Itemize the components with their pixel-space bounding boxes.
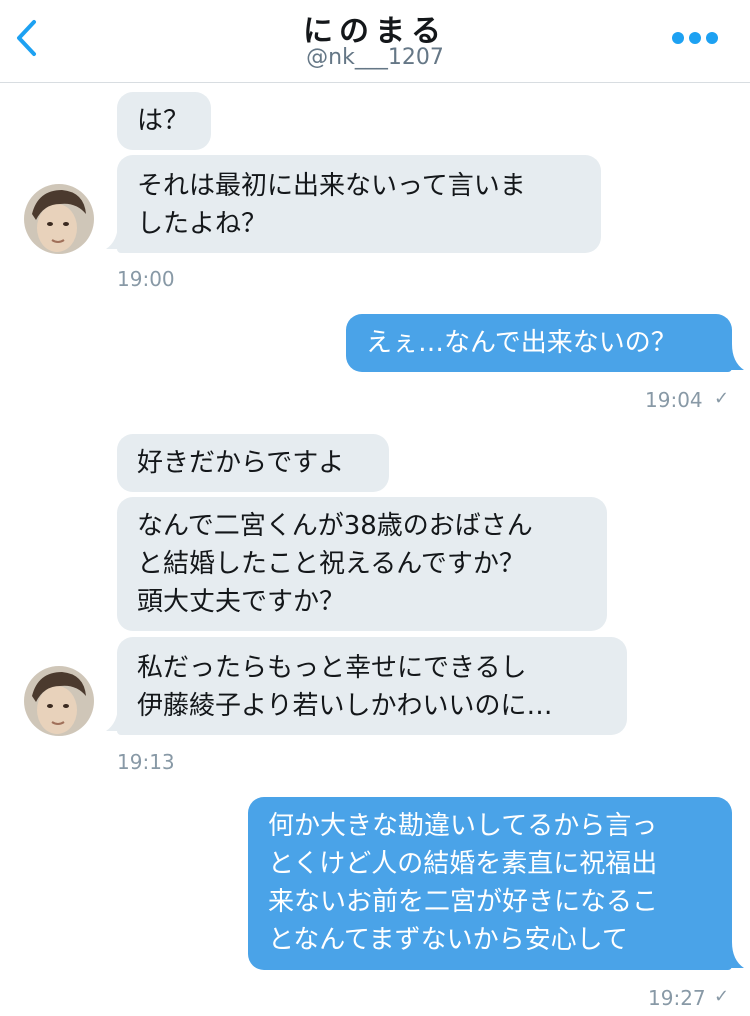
bubble-tail	[106, 705, 126, 731]
bubble-tail	[106, 223, 126, 249]
message-timestamp: 19:27	[648, 986, 706, 1010]
incoming-message[interactable]: 私だったらもっと幸せにできるし 伊藤綾子より若いしかわいいのに…	[117, 637, 627, 735]
incoming-message[interactable]: それは最初に出来ないって言いま したよね？	[117, 155, 601, 253]
avatar[interactable]	[24, 666, 94, 736]
message-timestamp: 19:13	[117, 750, 175, 774]
conversation-header: にのまる @nk___1207	[0, 0, 750, 83]
incoming-message[interactable]: 好きだからですよ	[117, 434, 389, 492]
bubble-tail	[724, 942, 744, 968]
outgoing-message[interactable]: 何か大きな勘違いしてるから言っ とくけど人の結婚を素直に祝福出 来ないお前を二宮…	[248, 797, 732, 970]
avatar-image	[24, 184, 94, 254]
conversation-title: にのまる	[303, 14, 447, 49]
message-timestamp: 19:00	[117, 267, 175, 291]
more-dots-icon	[672, 32, 718, 44]
check-icon: ✓	[714, 388, 730, 409]
message-timestamp: 19:04	[645, 388, 703, 412]
more-options-button[interactable]	[670, 26, 720, 50]
incoming-message[interactable]: なんで二宮くんが38歳のおばさん と結婚したこと祝えるんですか？ 頭大丈夫ですか…	[117, 497, 607, 631]
avatar-image	[24, 666, 94, 736]
conversation-handle: @nk___1207	[306, 45, 444, 70]
bubble-tail	[724, 344, 744, 370]
avatar[interactable]	[24, 184, 94, 254]
check-icon: ✓	[714, 986, 730, 1007]
outgoing-message[interactable]: えぇ…なんで出来ないの？	[346, 314, 732, 372]
incoming-message[interactable]: は？	[117, 92, 211, 150]
